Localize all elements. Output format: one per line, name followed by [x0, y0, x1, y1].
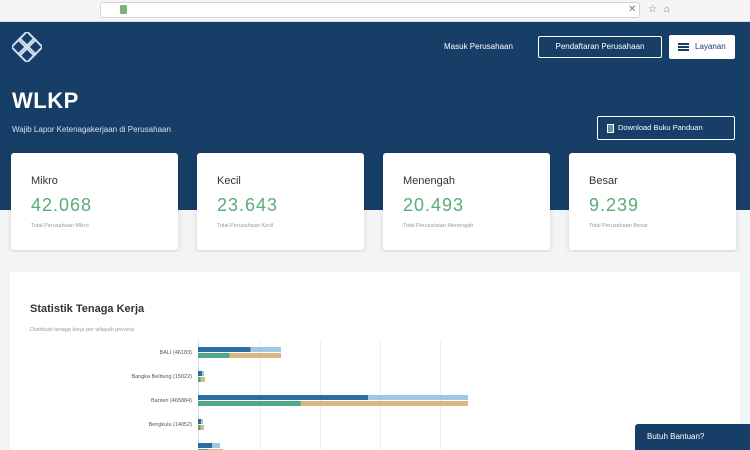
download-guide-button[interactable]: Download Buku Panduan — [597, 116, 735, 140]
address-bar[interactable] — [100, 2, 640, 18]
category-label: Bengkulu (14052) — [148, 422, 192, 428]
download-label: Download Buku Panduan — [618, 123, 703, 132]
bar-series-1[interactable] — [198, 443, 220, 448]
stat-value: 9.239 — [589, 195, 640, 215]
bar-series-2[interactable] — [198, 401, 468, 406]
layanan-label: Layanan — [695, 42, 726, 51]
bar-series-2[interactable] — [198, 425, 205, 430]
help-button[interactable]: Butuh Bantuan? — [635, 424, 750, 450]
stat-desc: Total Perusahaan Menengah — [403, 223, 474, 229]
stat-card-mikro: Mikro 42.068 Total Perusahaan Mikro — [11, 153, 178, 250]
bar-series-2[interactable] — [198, 377, 206, 382]
lock-icon — [120, 5, 127, 14]
stat-label: Menengah — [403, 175, 455, 187]
page-title: WLKP — [12, 88, 79, 113]
stat-desc: Total Perusahaan Mikro — [31, 223, 89, 229]
stat-desc: Total Perusahaan Besar — [589, 223, 648, 229]
stat-value: 20.493 — [403, 195, 465, 215]
stat-label: Besar — [589, 175, 618, 187]
bar-series-1[interactable] — [198, 395, 468, 400]
stat-card-kecil: Kecil 23.643 Total Perusahaan Kecil — [197, 153, 364, 250]
statistics-title: Statistik Tenaga Kerja — [30, 303, 145, 315]
stat-card-menengah: Menengah 20.493 Total Perusahaan Menenga… — [383, 153, 550, 250]
category-label: BALI (46183) — [159, 350, 192, 356]
stat-value: 23.643 — [217, 195, 279, 215]
stat-value: 42.068 — [31, 195, 93, 215]
close-tab-icon[interactable]: ✕ — [628, 4, 636, 15]
bar-series-1[interactable] — [198, 419, 204, 424]
page-subtitle: Wajib Lapor Ketenagakerjaan di Perusahaa… — [12, 125, 171, 134]
bar-series-2[interactable] — [198, 353, 282, 358]
layanan-menu-button[interactable]: Layanan — [669, 35, 735, 59]
hamburger-icon — [678, 43, 689, 51]
bookmark-icon[interactable]: ☆ — [648, 4, 657, 15]
category-label: Banten (465884) — [151, 398, 192, 404]
stat-desc: Total Perusahaan Kecil — [217, 223, 274, 229]
browser-toolbar: ✕ ☆ ⌂ — [0, 0, 750, 22]
nav-masuk-perusahaan[interactable]: Masuk Perusahaan — [444, 42, 513, 51]
stat-label: Kecil — [217, 175, 241, 187]
pendaftaran-perusahaan-button[interactable]: Pendaftaran Perusahaan — [538, 36, 662, 58]
document-icon — [607, 124, 614, 133]
kemnaker-logo-icon — [12, 32, 42, 62]
bar-series-1[interactable] — [198, 371, 205, 376]
bar-series-1[interactable] — [198, 347, 282, 352]
stat-label: Mikro — [31, 175, 58, 187]
stat-card-besar: Besar 9.239 Total Perusahaan Besar — [569, 153, 736, 250]
category-label: Bangka Belitung (15022) — [131, 374, 192, 380]
home-icon[interactable]: ⌂ — [664, 4, 670, 15]
statistics-subtitle: Distribusi tenaga kerja per wilayah prov… — [30, 327, 135, 333]
